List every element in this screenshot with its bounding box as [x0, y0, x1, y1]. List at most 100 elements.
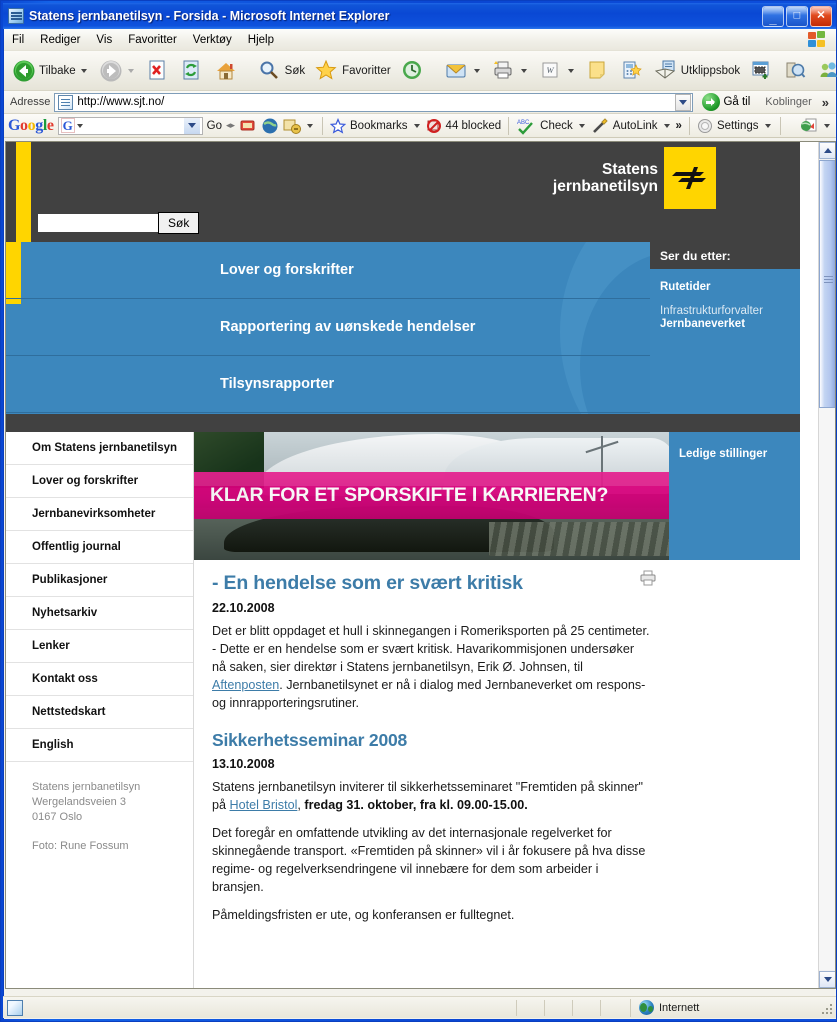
site-search-button[interactable]: Søk [158, 212, 200, 234]
sidebar-item-publikasjoner[interactable]: Publikasjoner [6, 564, 193, 597]
page-body: Om Statens jernbanetilsyn Lover og forsk… [6, 432, 800, 988]
photo-credit: Foto: Rune Fossum [32, 839, 129, 852]
google-settings-label[interactable]: Settings [717, 120, 759, 132]
address-input[interactable]: http://www.sjt.no/ [54, 92, 694, 112]
clipboard-button[interactable]: Utklippsbok [650, 54, 744, 88]
menu-item-favoritter[interactable]: Favoritter [128, 34, 177, 46]
resize-grip[interactable] [819, 1001, 833, 1015]
google-tools-dropdown[interactable] [307, 123, 314, 128]
site-header: Statens jernbanetilsyn Søk [6, 142, 800, 242]
stop-button[interactable] [142, 54, 174, 88]
link-rutetider[interactable]: Rutetider [660, 281, 790, 293]
address-dropdown-button[interactable] [675, 93, 692, 111]
article-2-title[interactable]: Sikkerhetsseminar 2008 [212, 730, 651, 751]
scroll-down-button[interactable] [819, 971, 835, 988]
banner-text: KLAR FOR ET SPORSKIFTE I KARRIEREN? [210, 484, 609, 506]
history-button[interactable] [397, 54, 429, 88]
autolink-dropdown-icon[interactable] [663, 123, 670, 128]
close-button[interactable]: ✕ [810, 5, 832, 27]
campaign-banner[interactable]: KLAR FOR ET SPORSKIFTE I KARRIEREN? [194, 432, 669, 560]
print-button[interactable] [488, 54, 533, 88]
link-jernbaneverket[interactable]: Jernbaneverket [660, 318, 790, 331]
spellcheck-icon: ABC [516, 117, 536, 135]
site-search-row: Søk [6, 208, 800, 242]
google-earth-icon[interactable] [261, 117, 279, 135]
toolbar-overflow-icon[interactable]: » [822, 95, 833, 110]
sidebar-item-offentlig-journal[interactable]: Offentlig journal [6, 531, 193, 564]
sidebar-item-om[interactable]: Om Statens jernbanetilsyn [6, 432, 193, 465]
mail-button[interactable] [441, 54, 486, 88]
ie-window-icon [8, 8, 24, 24]
back-button[interactable]: Tilbake [8, 54, 93, 88]
refresh-button[interactable] [176, 54, 208, 88]
mail-dropdown-icon[interactable] [473, 68, 480, 73]
back-dropdown-icon[interactable] [80, 68, 87, 73]
sidebar-item-nettstedskart[interactable]: Nettstedskart [6, 696, 193, 729]
site-search-input[interactable] [38, 214, 160, 232]
sidebar-item-jernbanevirksomheter[interactable]: Jernbanevirksomheter [6, 498, 193, 531]
check-dropdown-icon[interactable] [578, 123, 585, 128]
google-translate-icon[interactable] [800, 117, 818, 135]
google-more-icon[interactable]: » [676, 120, 682, 132]
sidebar-item-kontakt[interactable]: Kontakt oss [6, 663, 193, 696]
google-search-input[interactable]: G [57, 116, 203, 135]
google-autolink-label[interactable]: AutoLink [613, 120, 658, 132]
sidebar-item-lover[interactable]: Lover og forskrifter [6, 465, 193, 498]
capture-button[interactable] [746, 54, 778, 88]
scrollbar-thumb[interactable] [819, 160, 835, 408]
google-check-label[interactable]: Check [540, 120, 573, 132]
clipboard-book-icon [654, 59, 678, 83]
article-1-title[interactable]: - En hendelse som er svært kritisk [212, 572, 651, 595]
security-zone[interactable]: Internett [630, 998, 815, 1017]
go-button[interactable]: Gå til [697, 93, 755, 111]
google-bookmarks-label[interactable]: Bookmarks [350, 120, 408, 132]
ledige-stillinger-panel[interactable]: Ledige stillinger [669, 432, 800, 560]
forward-button[interactable] [95, 54, 140, 88]
google-blocked-label[interactable]: 44 blocked [446, 120, 502, 132]
sidebar-item-nyhetsarkiv[interactable]: Nyhetsarkiv [6, 597, 193, 630]
menu-item-hjelp[interactable]: Hjelp [248, 34, 274, 46]
google-popup-blocker-icon[interactable] [283, 117, 302, 135]
google-cards-icon[interactable] [239, 117, 257, 135]
sidebar-item-english[interactable]: English [6, 729, 193, 762]
sidebar-item-lenker[interactable]: Lenker [6, 630, 193, 663]
site-logo: Statens jernbanetilsyn [553, 147, 716, 209]
menu-item-fil[interactable]: Fil [12, 34, 24, 46]
home-button[interactable] [210, 54, 242, 88]
link-hotel-bristol[interactable]: Hotel Bristol [230, 798, 298, 812]
menu-item-vis[interactable]: Vis [96, 34, 112, 46]
link-aftenposten[interactable]: Aftenposten [212, 678, 279, 692]
menu-item-verktoy[interactable]: Verktøy [193, 34, 232, 46]
google-search-dropdown[interactable] [183, 117, 200, 134]
google-go-label[interactable]: Go [207, 120, 222, 132]
scrollbar-track[interactable] [819, 408, 835, 970]
translate-dropdown-icon[interactable] [824, 123, 830, 128]
research-button[interactable] [616, 54, 648, 88]
settings-dropdown-icon[interactable] [764, 123, 771, 128]
print-dropdown-icon[interactable] [520, 68, 527, 73]
clipboard-label: Utklippsbok [680, 64, 741, 77]
edit-word-button[interactable]: W [535, 54, 580, 88]
edit-dropdown-icon[interactable] [567, 68, 574, 73]
bookmarks-dropdown-icon[interactable] [413, 123, 420, 128]
page-scrollbar[interactable] [818, 142, 835, 988]
notes-button[interactable] [582, 54, 614, 88]
article-1-date: 22.10.2008 [212, 601, 275, 615]
messenger-button[interactable] [814, 54, 837, 88]
minimize-button[interactable]: _ [762, 5, 784, 27]
logo-text: Statens jernbanetilsyn [553, 161, 658, 196]
maximize-button[interactable]: □ [786, 5, 808, 27]
svg-text:ABC: ABC [517, 120, 530, 126]
links-label[interactable]: Koblinger [759, 96, 817, 108]
chevron-down-icon [679, 99, 688, 105]
sjt-emblem-icon [664, 147, 716, 209]
favorites-button[interactable]: Favoritter [311, 54, 395, 88]
right-column: Ledige stillinger [669, 432, 800, 988]
search-button[interactable]: Søk [254, 54, 309, 88]
print-icon[interactable] [639, 570, 657, 586]
web-page: Statens jernbanetilsyn Søk Lover og fors… [6, 142, 800, 988]
window-title: Statens jernbanetilsyn - Forsida - Micro… [29, 9, 390, 23]
highlight-button[interactable] [780, 54, 812, 88]
menu-item-rediger[interactable]: Rediger [40, 34, 80, 46]
scroll-up-button[interactable] [819, 142, 835, 159]
